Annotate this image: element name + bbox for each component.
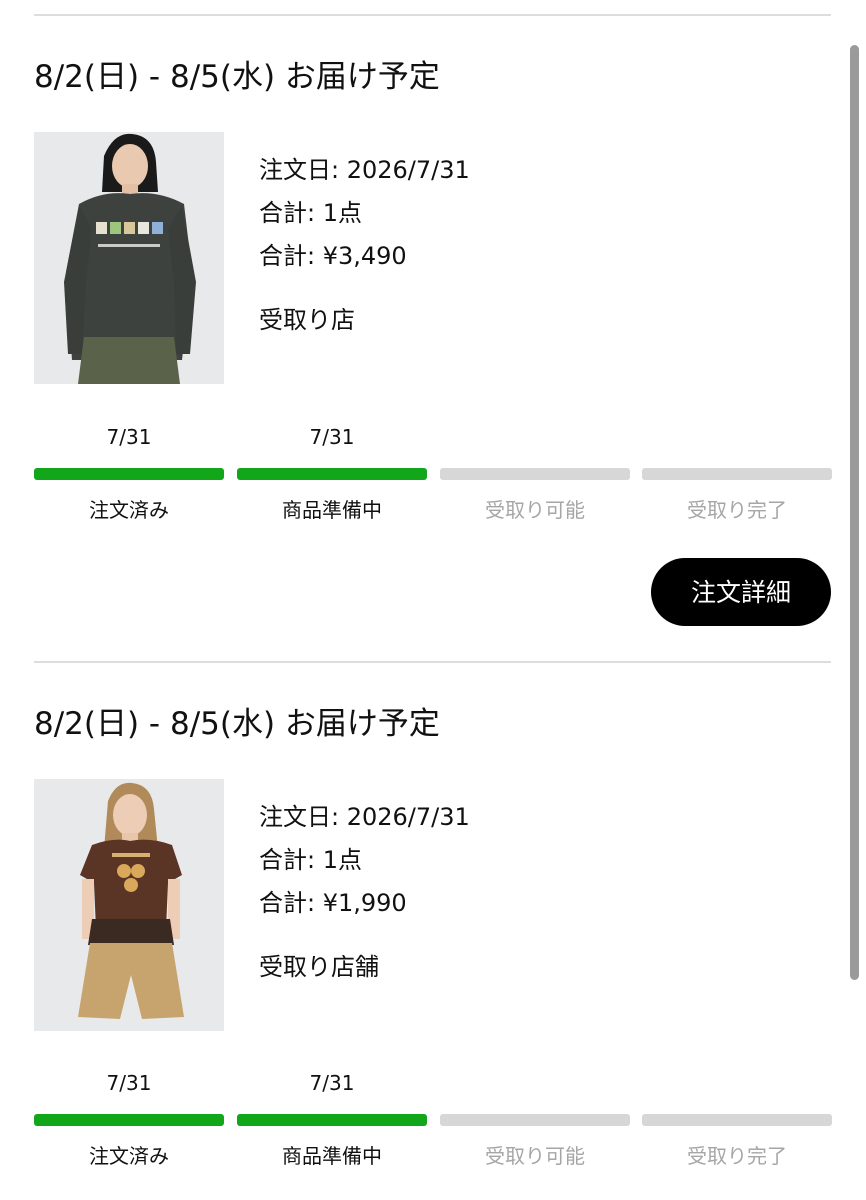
pickup-store: 受取り店 xyxy=(259,306,355,334)
order-quantity: 合計: 1点 xyxy=(259,846,362,874)
delivery-title: 8/2(日) - 8/5(水) お届け予定 xyxy=(34,59,440,95)
product-image[interactable] xyxy=(34,132,224,384)
order-quantity: 合計: 1点 xyxy=(259,199,362,227)
progress-bar-completed xyxy=(642,468,832,480)
order-total: 合計: ¥3,490 xyxy=(259,242,407,270)
top-divider xyxy=(34,14,831,16)
product-image[interactable] xyxy=(34,779,224,1031)
order-card: 8/2(日) - 8/5(水) お届け予定 注文日: 2026/7/31 合計:… xyxy=(0,57,866,657)
progress-bar-ready xyxy=(440,468,630,480)
pickup-store: 受取り店舗 xyxy=(259,953,379,981)
progress-bar-ready xyxy=(440,1114,630,1126)
order-detail-button[interactable]: 注文詳細 xyxy=(651,558,831,626)
step-label-completed: 受取り完了 xyxy=(687,1144,787,1168)
step-label-ordered: 注文済み xyxy=(89,498,169,522)
delivery-title: 8/2(日) - 8/5(水) お届け予定 xyxy=(34,706,440,742)
step-date: 7/31 xyxy=(106,1071,152,1095)
step-date: 7/31 xyxy=(309,1071,355,1095)
order-date: 注文日: 2026/7/31 xyxy=(259,803,470,831)
progress-bar-preparing xyxy=(237,468,427,480)
progress-bar-completed xyxy=(642,1114,832,1126)
order-divider xyxy=(34,661,831,663)
order-date: 注文日: 2026/7/31 xyxy=(259,156,470,184)
step-label-preparing: 商品準備中 xyxy=(282,498,382,522)
progress-bar-ordered xyxy=(34,468,224,480)
step-date: 7/31 xyxy=(309,425,355,449)
product-photo-sweatshirt-icon xyxy=(34,132,224,384)
step-label-completed: 受取り完了 xyxy=(687,498,787,522)
step-label-ready: 受取り可能 xyxy=(485,1144,585,1168)
step-label-ready: 受取り可能 xyxy=(485,498,585,522)
step-label-ordered: 注文済み xyxy=(89,1144,169,1168)
progress-bar-preparing xyxy=(237,1114,427,1126)
product-photo-tshirt-icon xyxy=(34,779,224,1031)
progress-bar-ordered xyxy=(34,1114,224,1126)
order-card: 8/2(日) - 8/5(水) お届け予定 注文日: 2026/7/31 合計:… xyxy=(0,704,866,1200)
step-date: 7/31 xyxy=(106,425,152,449)
order-total: 合計: ¥1,990 xyxy=(259,889,407,917)
step-label-preparing: 商品準備中 xyxy=(282,1144,382,1168)
